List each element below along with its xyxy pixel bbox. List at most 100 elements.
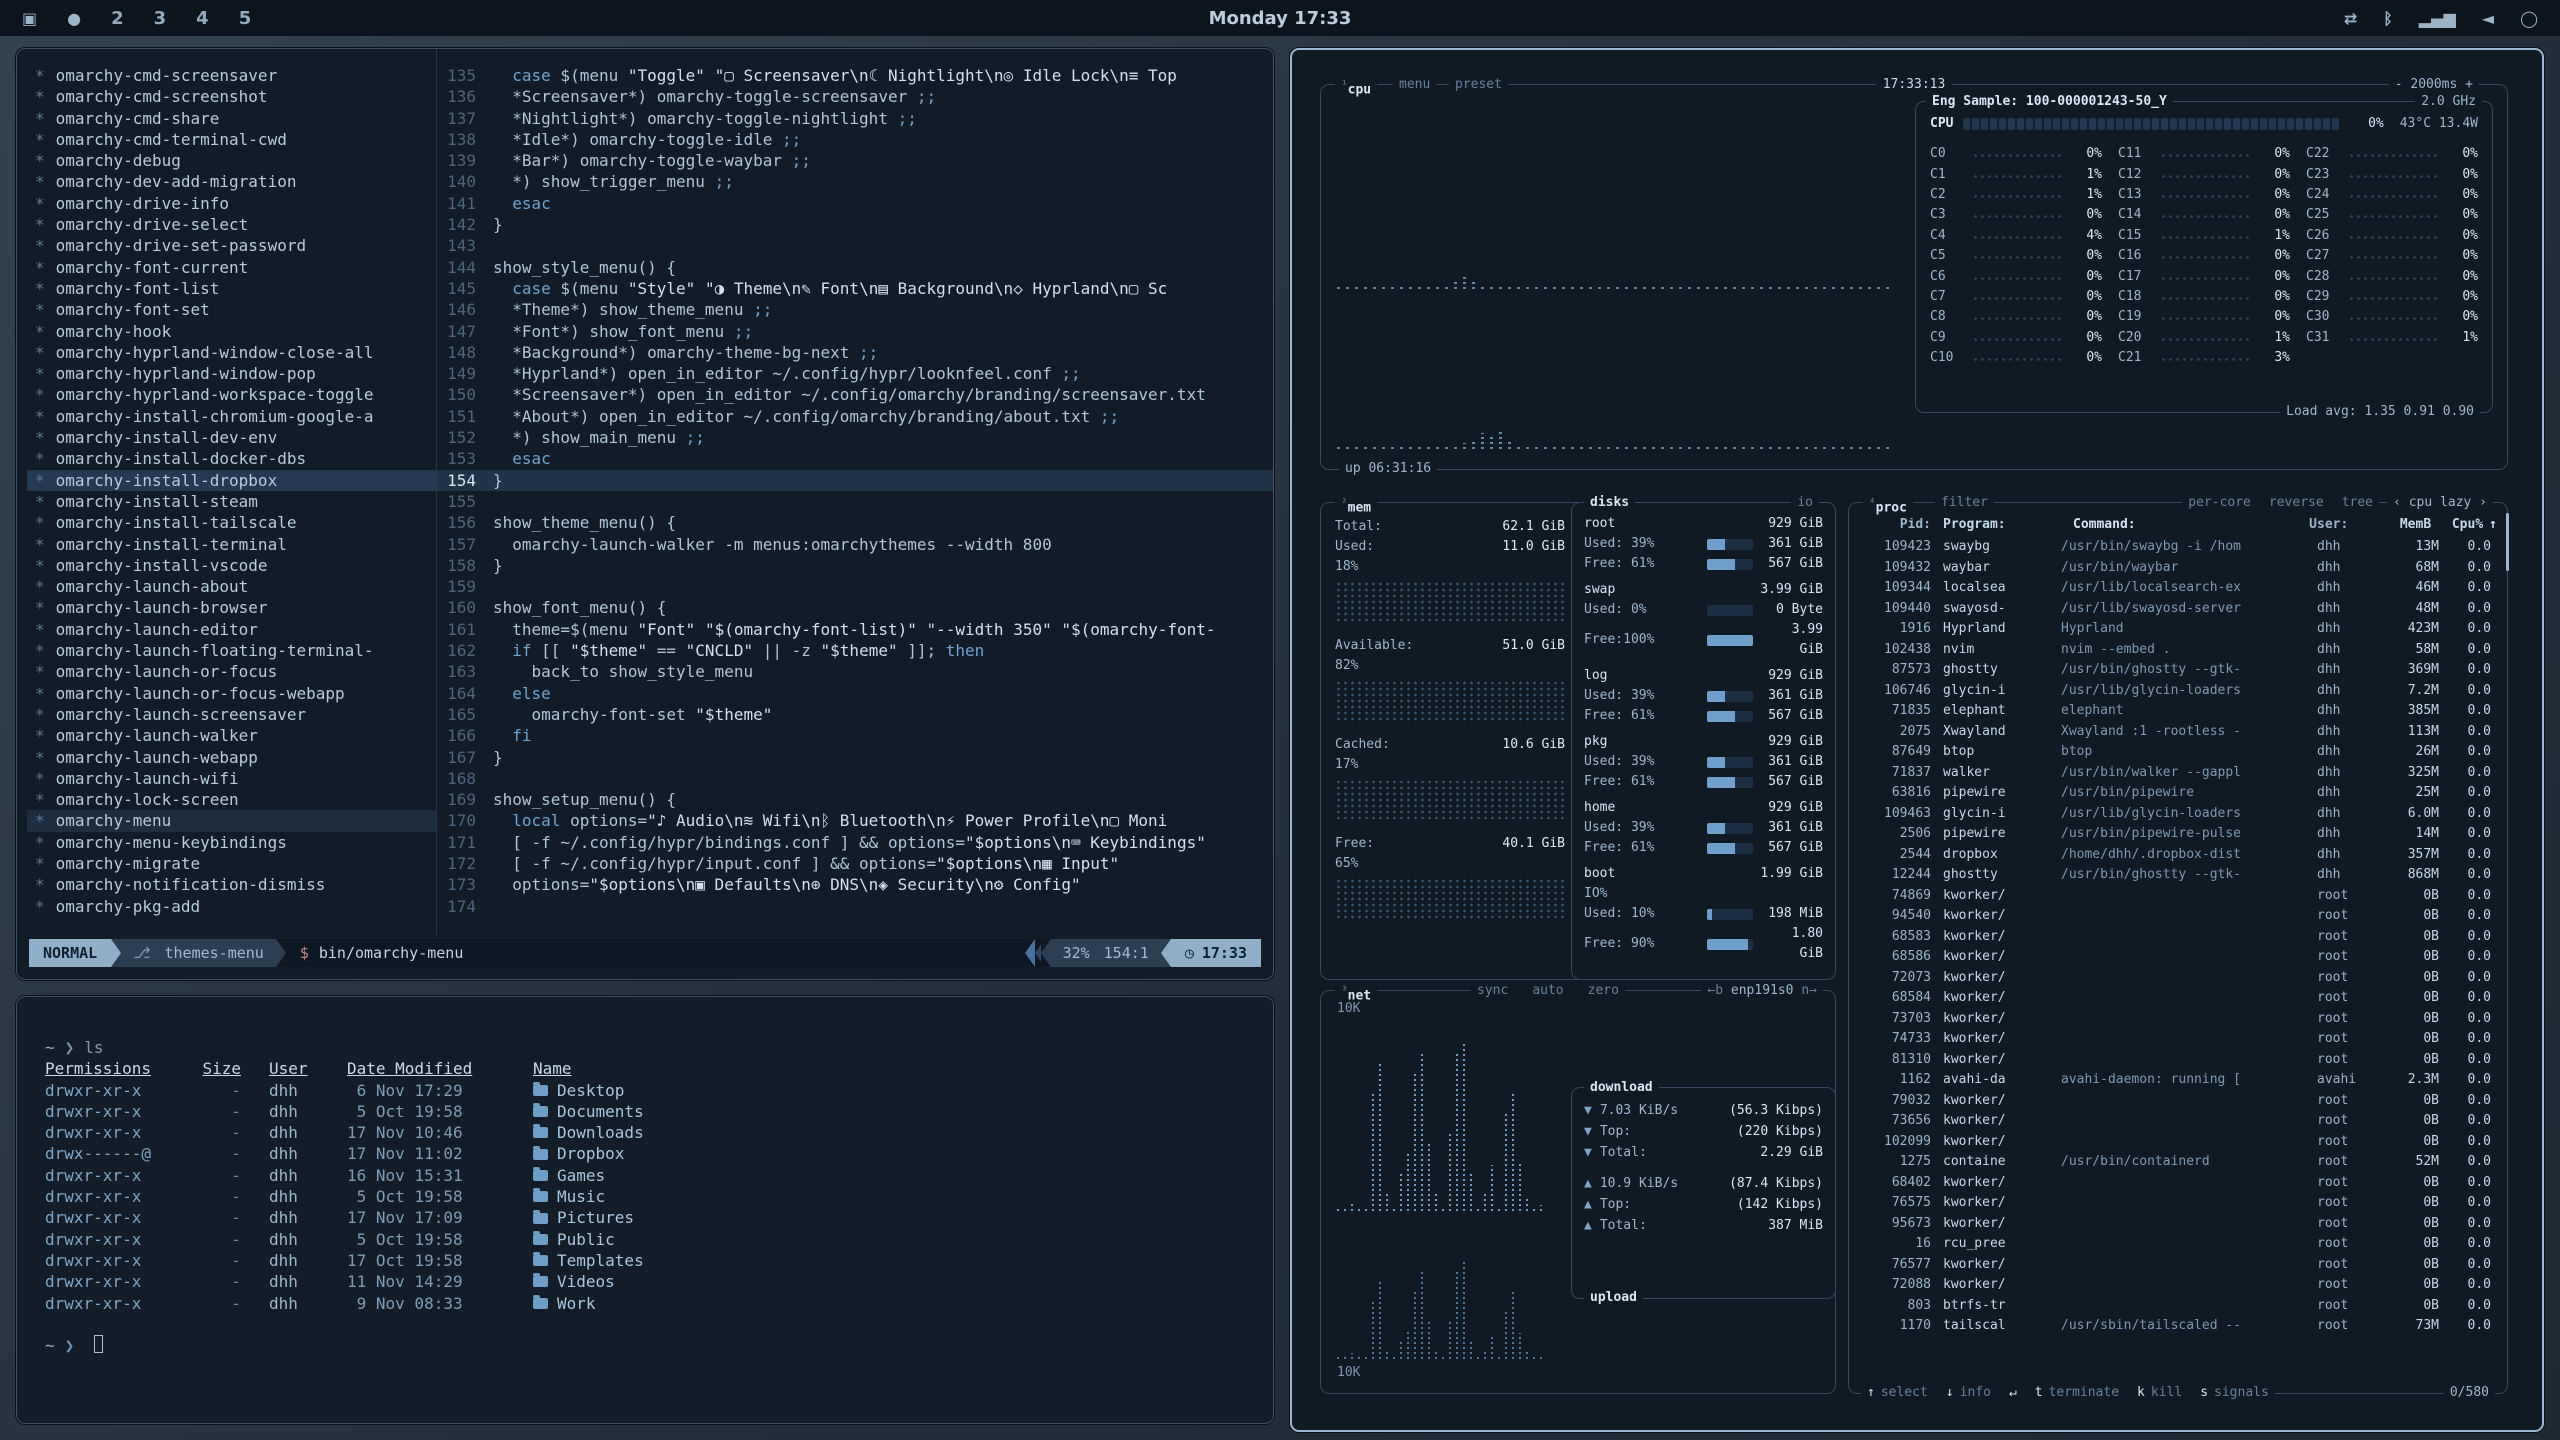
code-line[interactable]: 142} [437, 214, 1273, 235]
file-item[interactable]: *omarchy-launch-or-focus-webapp [27, 683, 436, 704]
process-row[interactable]: 2506 pipewire /usr/bin/pipewire-pulse dh… [1859, 824, 2497, 845]
code-line[interactable]: 170 local options="♪ Audio\n≋ Wifi\nᛒ Bl… [437, 810, 1273, 831]
col-cpu[interactable]: Cpu% [2431, 515, 2483, 535]
power-icon[interactable]: ◯ [2520, 9, 2538, 28]
file-item[interactable]: *omarchy-install-tailscale [27, 512, 436, 533]
code-line[interactable]: 154} [437, 470, 1273, 491]
code-line[interactable]: 168 [437, 768, 1273, 789]
code-line[interactable]: 152 *) show_main_menu ;; [437, 427, 1273, 448]
process-row[interactable]: 102099 kworker/ root 0B 0.0 [1859, 1132, 2497, 1153]
code-line[interactable]: 158} [437, 555, 1273, 576]
code-line[interactable]: 148 *Background*) omarchy-theme-bg-next … [437, 342, 1273, 363]
process-row[interactable]: 109463 glycin-i /usr/lib/glycin-loaders … [1859, 804, 2497, 825]
proc-footer-action[interactable]: ↓info [1946, 1383, 1991, 1403]
file-item[interactable]: *omarchy-drive-select [27, 214, 436, 235]
process-row[interactable]: 81310 kworker/ root 0B 0.0 [1859, 1050, 2497, 1071]
code-line[interactable]: 145 case $(menu "Style" "◑ Theme\n✎ Font… [437, 278, 1273, 299]
file-explorer[interactable]: *omarchy-cmd-screensaver *omarchy-cmd-sc… [17, 49, 437, 935]
process-row[interactable]: 68586 kworker/ root 0B 0.0 [1859, 947, 2497, 968]
code-line[interactable]: 139 *Bar*) omarchy-toggle-waybar ;; [437, 150, 1273, 171]
file-item[interactable]: *omarchy-launch-about [27, 576, 436, 597]
process-row[interactable]: 1170 tailscal /usr/sbin/tailscaled -- ro… [1859, 1316, 2497, 1337]
code-line[interactable]: 135 case $(menu "Toggle" "▢ Screensaver\… [437, 65, 1273, 86]
process-row[interactable]: 16 rcu_pree root 0B 0.0 [1859, 1234, 2497, 1255]
process-row[interactable]: 79032 kworker/ root 0B 0.0 [1859, 1091, 2497, 1112]
process-row[interactable]: 63816 pipewire /usr/bin/pipewire dhh 25M… [1859, 783, 2497, 804]
code-line[interactable]: 173 options="$options\n▣ Defaults\n⊕ DNS… [437, 874, 1273, 895]
file-item[interactable]: *omarchy-launch-screensaver [27, 704, 436, 725]
file-item[interactable]: *omarchy-drive-set-password [27, 235, 436, 256]
workspace-button[interactable]: 2 [111, 8, 124, 29]
file-item[interactable]: *omarchy-font-set [27, 299, 436, 320]
process-row[interactable]: 2075 Xwayland Xwayland :1 -rootless - dh… [1859, 722, 2497, 743]
proc-filter-option[interactable]: filter [1935, 493, 1994, 513]
code-line[interactable]: 157 omarchy-launch-walker -m menus:omarc… [437, 534, 1273, 555]
process-row[interactable]: 76575 kworker/ root 0B 0.0 [1859, 1193, 2497, 1214]
net-interface[interactable]: ←b enp191s0 n→ [1701, 981, 1823, 1001]
process-row[interactable]: 95673 kworker/ root 0B 0.0 [1859, 1214, 2497, 1235]
code-line[interactable]: 165 omarchy-font-set "$theme" [437, 704, 1273, 725]
file-item[interactable]: *omarchy-migrate [27, 853, 436, 874]
code-editor[interactable]: 135 case $(menu "Toggle" "▢ Screensaver\… [437, 49, 1273, 935]
code-line[interactable]: 147 *Font*) show_font_menu ;; [437, 321, 1273, 342]
process-row[interactable]: 1275 containe /usr/bin/containerd root 5… [1859, 1152, 2497, 1173]
volume-icon[interactable]: ◄ [2482, 9, 2494, 28]
file-item[interactable]: *omarchy-launch-webapp [27, 747, 436, 768]
workspace-button[interactable]: 3 [154, 8, 167, 29]
col-command[interactable]: Command: [2073, 515, 2309, 535]
proc-option[interactable]: tree [2342, 493, 2373, 513]
file-item[interactable]: *omarchy-cmd-screenshot [27, 86, 436, 107]
process-row[interactable]: 73703 kworker/ root 0B 0.0 [1859, 1009, 2497, 1030]
cpu-menu-option[interactable]: menu [1393, 75, 1436, 95]
code-line[interactable]: 159 [437, 576, 1273, 597]
file-item[interactable]: *omarchy-install-vscode [27, 555, 436, 576]
process-row[interactable]: 87573 ghostty /usr/bin/ghostty --gtk- dh… [1859, 660, 2497, 681]
file-item[interactable]: *omarchy-install-dev-env [27, 427, 436, 448]
prompt-line-active[interactable]: ~❯ [45, 1335, 1273, 1356]
code-line[interactable]: 156show_theme_menu() { [437, 512, 1273, 533]
code-line[interactable]: 153 esac [437, 448, 1273, 469]
workspace-button[interactable]: 5 [239, 8, 252, 29]
process-row[interactable]: 71837 walker /usr/bin/walker --gappl dhh… [1859, 763, 2497, 784]
file-item[interactable]: *omarchy-launch-wifi [27, 768, 436, 789]
process-row[interactable]: 74733 kworker/ root 0B 0.0 [1859, 1029, 2497, 1050]
net-option[interactable]: zero [1588, 981, 1619, 1001]
code-line[interactable]: 174 [437, 896, 1273, 917]
code-line[interactable]: 160show_font_menu() { [437, 597, 1273, 618]
net-option[interactable]: auto [1532, 981, 1563, 1001]
code-line[interactable]: 166 fi [437, 725, 1273, 746]
file-item[interactable]: *omarchy-hyprland-workspace-toggle [27, 384, 436, 405]
process-row[interactable]: 72073 kworker/ root 0B 0.0 [1859, 968, 2497, 989]
file-item[interactable]: *omarchy-font-list [27, 278, 436, 299]
code-line[interactable]: 171 [ -f ~/.config/hypr/bindings.conf ] … [437, 832, 1273, 853]
file-item[interactable]: *omarchy-drive-info [27, 193, 436, 214]
process-row[interactable]: 68584 kworker/ root 0B 0.0 [1859, 988, 2497, 1009]
file-item[interactable]: *omarchy-launch-or-focus [27, 661, 436, 682]
file-item[interactable]: *omarchy-install-chromium-google-a [27, 406, 436, 427]
code-line[interactable]: 169show_setup_menu() { [437, 789, 1273, 810]
proc-footer-action[interactable]: ssignals [2200, 1383, 2269, 1403]
process-row[interactable]: 71835 elephant elephant dhh 385M 0.0 [1859, 701, 2497, 722]
file-item[interactable]: *omarchy-font-current [27, 257, 436, 278]
proc-footer-action[interactable]: ↵ [2009, 1383, 2017, 1403]
code-line[interactable]: 164 else [437, 683, 1273, 704]
file-item[interactable]: *omarchy-install-steam [27, 491, 436, 512]
code-line[interactable]: 146 *Theme*) show_theme_menu ;; [437, 299, 1273, 320]
cpu-preset-option[interactable]: preset [1449, 75, 1508, 95]
code-line[interactable]: 151 *About*) open_in_editor ~/.config/om… [437, 406, 1273, 427]
process-row[interactable]: 109423 swaybg /usr/bin/swaybg -i /hom dh… [1859, 537, 2497, 558]
file-item[interactable]: *omarchy-launch-editor [27, 619, 436, 640]
file-item[interactable]: *omarchy-menu-keybindings [27, 832, 436, 853]
code-line[interactable]: 155 [437, 491, 1273, 512]
process-row[interactable]: 68402 kworker/ root 0B 0.0 [1859, 1173, 2497, 1194]
code-line[interactable]: 137 *Nightlight*) omarchy-toggle-nightli… [437, 108, 1273, 129]
file-item[interactable]: *omarchy-install-dropbox [27, 470, 436, 491]
process-row[interactable]: 109344 localsea /usr/lib/localsearch-ex … [1859, 578, 2497, 599]
process-row[interactable]: 102438 nvim nvim --embed . dhh 58M 0.0 [1859, 640, 2497, 661]
file-item[interactable]: *omarchy-launch-floating-terminal- [27, 640, 436, 661]
proc-sort-selector[interactable]: ‹ cpu lazy › [2387, 493, 2493, 513]
proc-option[interactable]: reverse [2269, 493, 2324, 513]
file-item[interactable]: *omarchy-launch-walker [27, 725, 436, 746]
file-item[interactable]: *omarchy-pkg-add [27, 896, 436, 917]
screencast-icon[interactable]: ⇄ [2344, 9, 2357, 28]
